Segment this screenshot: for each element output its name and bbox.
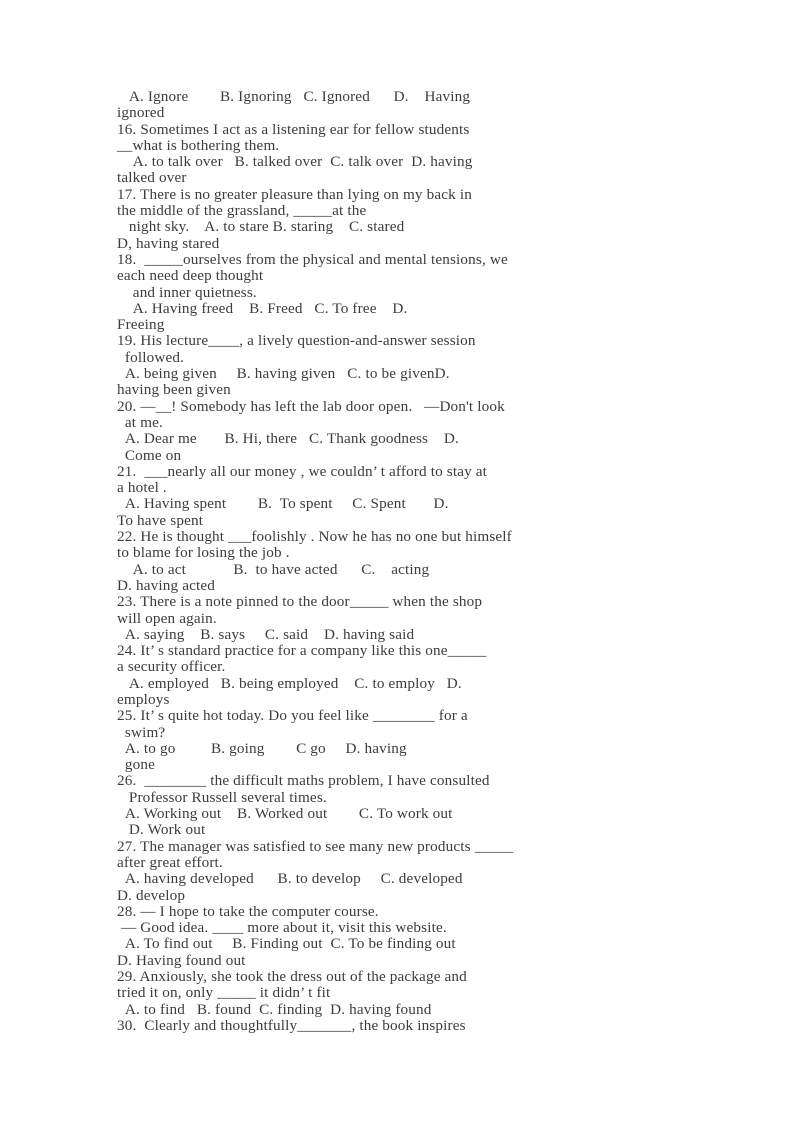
text-line: the middle of the grassland, _____at the — [117, 202, 367, 220]
question-18-options: A. Having freed B. Freed C. To free D. — [117, 299, 408, 317]
question-24-stem: 24. It’ s standard practice for a compan… — [117, 642, 487, 660]
question-19-options: A. being given B. having given C. to be … — [117, 365, 450, 383]
text-line: D. having acted — [117, 576, 215, 594]
text-line: swim? — [117, 723, 166, 741]
question-27-stem: 27. The manager was satisfied to see man… — [117, 837, 514, 855]
text-line: To have spent — [117, 511, 204, 529]
text-line: and inner quietness. — [117, 283, 257, 301]
question-18-stem: 18. _____ourselves from the physical and… — [117, 250, 508, 268]
text-line: Freeing — [117, 316, 165, 334]
question-17-stem: 17. There is no greater pleasure than ly… — [117, 185, 472, 203]
question-21-stem: 21. ___nearly all our money , we couldn’… — [117, 462, 488, 480]
text-line: gone — [117, 756, 156, 774]
text-line: after great effort. — [117, 853, 223, 871]
question-17-options: night sky. A. to stare B. staring C. sta… — [117, 218, 405, 236]
text-line: talked over — [117, 169, 187, 187]
question-28-stem: 28. — I hope to take the computer course… — [117, 902, 379, 920]
question-28-options: A. To find out B. Finding out C. To be f… — [117, 935, 456, 953]
text-line: D. develop — [117, 886, 186, 904]
text-line: tried it on, only _____ it didn’ t fit — [117, 984, 331, 1002]
question-16-options: A. to talk over B. talked over C. talk o… — [117, 153, 473, 171]
question-23-options: A. saying B. says C. said D. having said — [117, 625, 415, 643]
text-line: — Good idea. ____ more about it, visit t… — [117, 919, 447, 937]
text-line: each need deep thought — [117, 267, 264, 285]
question-19-stem: 19. His lecture____, a lively question-a… — [117, 332, 476, 350]
text-line: at me. — [117, 413, 163, 431]
question-30-stem: 30. Clearly and thoughtfully_______, the… — [117, 1016, 466, 1034]
text-line: a security officer. — [117, 658, 226, 676]
question-26-options: A. Working out B. Worked out C. To work … — [117, 805, 453, 823]
question-20-stem: 20. —__! Somebody has left the lab door … — [117, 397, 505, 415]
question-29-options: A. to find B. found C. finding D. having… — [117, 1000, 432, 1018]
question-29-stem: 29. Anxiously, she took the dress out of… — [117, 968, 467, 986]
text-line: __what is bothering them. — [117, 136, 280, 154]
question-22-stem: 22. He is thought ___foolishly . Now he … — [117, 528, 512, 546]
text-line: employs — [117, 690, 170, 708]
text-line: having been given — [117, 381, 231, 399]
question-20-options: A. Dear me B. Hi, there C. Thank goodnes… — [117, 430, 459, 448]
question-25-options: A. to go B. going C go D. having — [117, 739, 407, 757]
text-line: D. Work out — [117, 821, 206, 839]
text-line: Come on — [117, 446, 182, 464]
text-line: D, having stared — [117, 234, 220, 252]
question-22-options: A. to act B. to have acted C. acting — [117, 560, 430, 578]
text-line: A. Ignore B. Ignoring C. Ignored D. Havi… — [117, 88, 471, 105]
question-21-options: A. Having spent B. To spent C. Spent D. — [117, 495, 449, 513]
question-26-stem: 26. ________ the difficult maths problem… — [117, 772, 490, 790]
text-line: to blame for losing the job . — [117, 544, 290, 562]
question-25-stem: 25. It’ s quite hot today. Do you feel l… — [117, 707, 468, 725]
text-line: a hotel . — [117, 479, 167, 497]
text-line: will open again. — [117, 609, 217, 627]
text-line: D. Having found out — [117, 951, 246, 969]
text-line: ignored — [117, 104, 165, 122]
document-page: A. Ignore B. Ignoring C. Ignored D. Havi… — [0, 0, 794, 1123]
question-27-options: A. having developed B. to develop C. dev… — [117, 870, 463, 888]
text-line: followed. — [117, 348, 185, 366]
question-16-stem: 16. Sometimes I act as a listening ear f… — [117, 120, 470, 138]
text-line: Professor Russell several times. — [117, 788, 327, 806]
question-23-stem: 23. There is a note pinned to the door__… — [117, 593, 483, 611]
worksheet-text-body: A. Ignore B. Ignoring C. Ignored D. Havi… — [117, 88, 677, 1034]
question-24-options: A. employed B. being employed C. to empl… — [117, 674, 462, 692]
